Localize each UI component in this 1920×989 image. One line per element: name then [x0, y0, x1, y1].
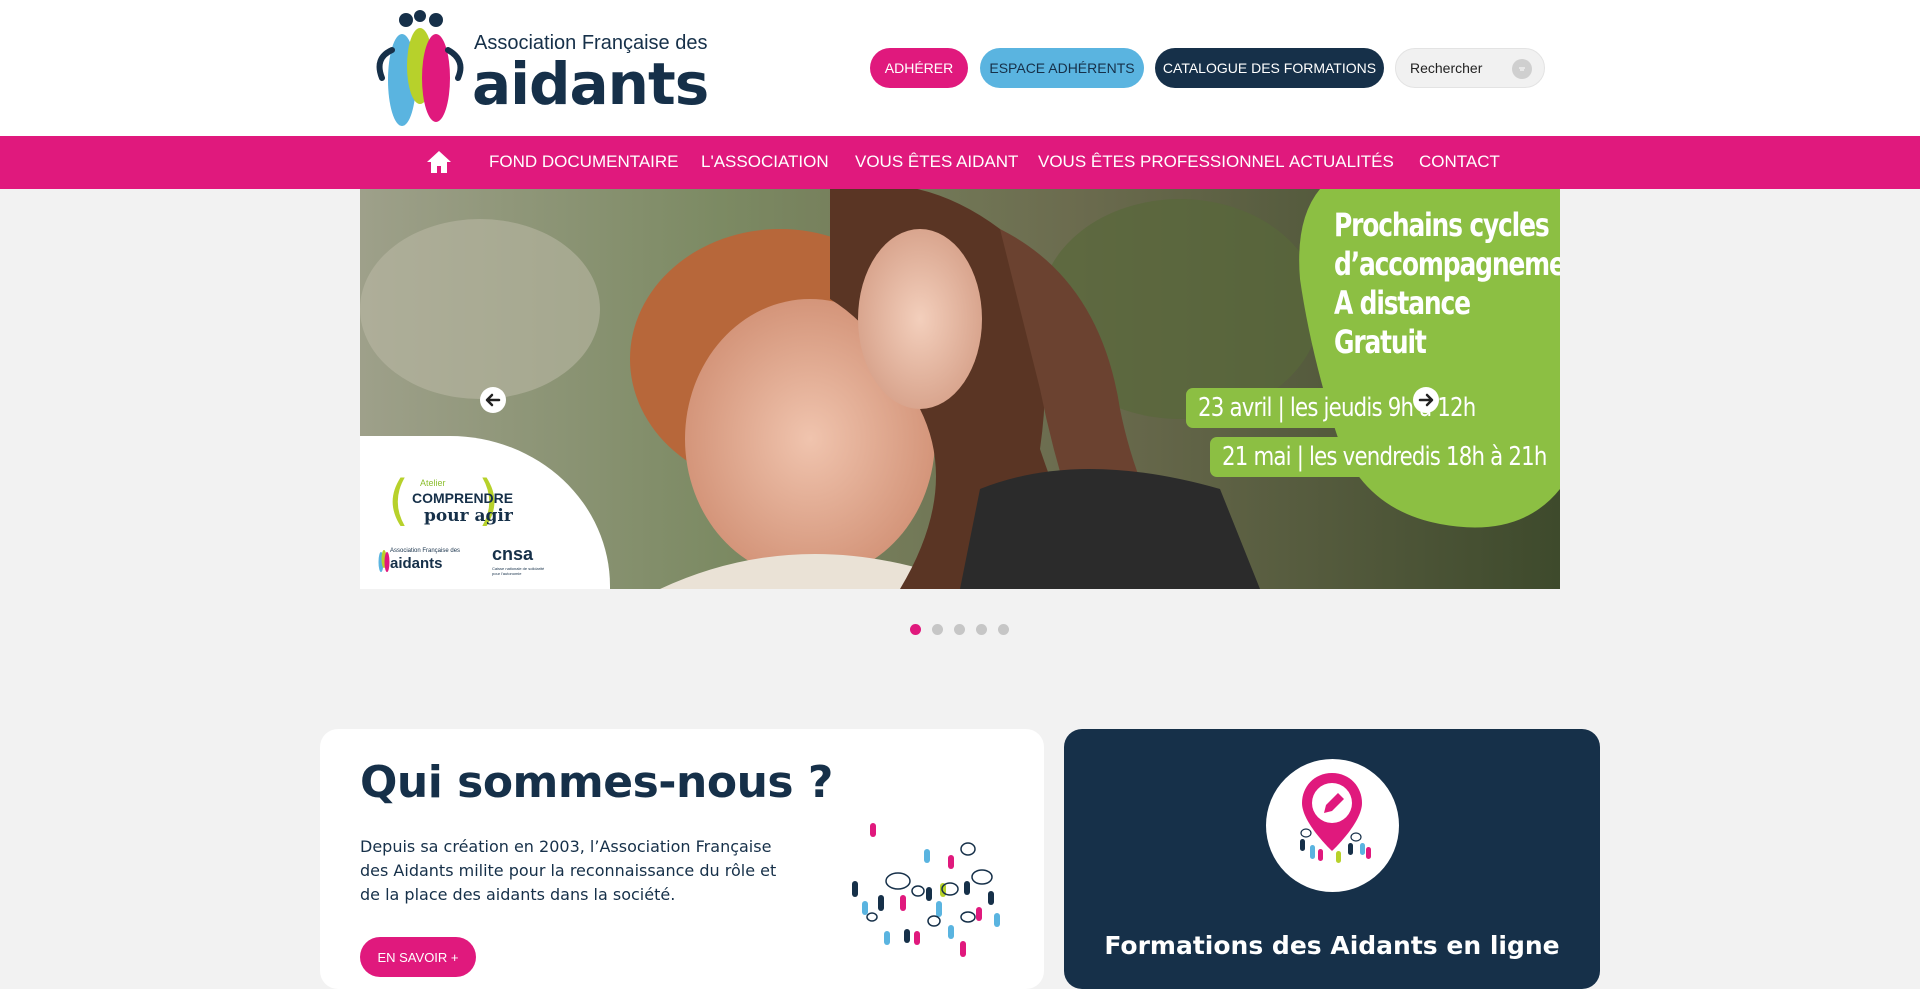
arrow-right-icon: [1418, 393, 1434, 407]
promo-line: Prochains cycles: [1334, 206, 1550, 244]
join-button[interactable]: ADHÉRER: [870, 48, 968, 88]
slider-dot-3[interactable]: [954, 624, 965, 635]
badge-atelier: Atelier: [420, 478, 446, 488]
logo-line-2: aidants: [472, 50, 709, 118]
partner-subtitle: Caisse nationale de solidarité pour l'au…: [492, 566, 545, 576]
members-area-button[interactable]: ESPACE ADHÉRENTS: [980, 48, 1144, 88]
partner-logo: cnsa: [492, 544, 534, 564]
mini-logo-line-1: Association Française des: [390, 548, 461, 554]
search-box: [1395, 48, 1545, 88]
nav-item-professionnel[interactable]: VOUS ÊTES PROFESSIONNEL: [1038, 152, 1285, 172]
promo-line: Gratuit: [1334, 323, 1427, 361]
promo-title: Prochains cycles d’accompagnement A dist…: [1334, 206, 1560, 362]
about-card: Qui sommes-nous ? Depuis sa création en …: [320, 729, 1044, 989]
promo-line: d’accompagnement: [1334, 245, 1560, 283]
search-icon[interactable]: [1512, 59, 1532, 79]
search-input[interactable]: [1410, 58, 1510, 78]
slider-dot-5[interactable]: [998, 624, 1009, 635]
badge-line-2: pour agir: [424, 506, 513, 526]
about-text: Depuis sa création en 2003, l’Associatio…: [360, 837, 777, 904]
nav-item-contact[interactable]: CONTACT: [1419, 152, 1500, 172]
session-text: 21 mai | les vendredis 18h à 21h: [1222, 442, 1547, 472]
nav-item-actualites[interactable]: ACTUALITÉS: [1289, 152, 1394, 172]
slider-dot-4[interactable]: [976, 624, 987, 635]
slider-dot-2[interactable]: [932, 624, 943, 635]
badge-paren-left: (: [388, 469, 410, 532]
nav-item-aidant[interactable]: VOUS ÊTES AIDANT: [855, 152, 1018, 172]
main-nav: FOND DOCUMENTAIRE L'ASSOCIATION VOUS ÊTE…: [0, 136, 1920, 189]
slider-dot-1[interactable]: [910, 624, 921, 635]
three-people-logo-icon: [376, 10, 464, 126]
training-catalog-button[interactable]: CATALOGUE DES FORMATIONS: [1155, 48, 1384, 88]
badge-line-1: COMPRENDRE: [412, 490, 514, 506]
about-title: Qui sommes-nous ?: [360, 757, 833, 808]
training-icon-circle: [1266, 759, 1399, 892]
site-logo[interactable]: Association Française des aidants: [372, 8, 709, 128]
session-pill: 21 mai | les vendredis 18h à 21h: [1210, 437, 1547, 477]
slider-next-button[interactable]: [1413, 387, 1439, 413]
nav-item-fond-documentaire[interactable]: FOND DOCUMENTAIRE: [489, 152, 679, 172]
training-title: Formations des Aidants en ligne: [1104, 931, 1560, 960]
arrow-left-icon: [485, 393, 501, 407]
online-training-card[interactable]: Formations des Aidants en ligne: [1064, 729, 1600, 989]
map-pin-pencil-icon: [1300, 773, 1371, 863]
home-icon[interactable]: [426, 150, 452, 174]
site-header: Association Française des aidants ADHÉRE…: [0, 0, 1920, 136]
mini-logo-icon: [378, 550, 390, 572]
nav-item-association[interactable]: L'ASSOCIATION: [701, 152, 829, 172]
slider-prev-button[interactable]: [480, 387, 506, 413]
session-pill: 23 avril | les jeudis 9h à 12h: [1186, 388, 1488, 428]
promo-line: A distance: [1334, 284, 1471, 322]
learn-more-button[interactable]: EN SAVOIR +: [360, 937, 476, 977]
crowd-speech-bubbles-illustration: [852, 823, 1000, 957]
mini-logo-line-2: aidants: [390, 555, 443, 572]
